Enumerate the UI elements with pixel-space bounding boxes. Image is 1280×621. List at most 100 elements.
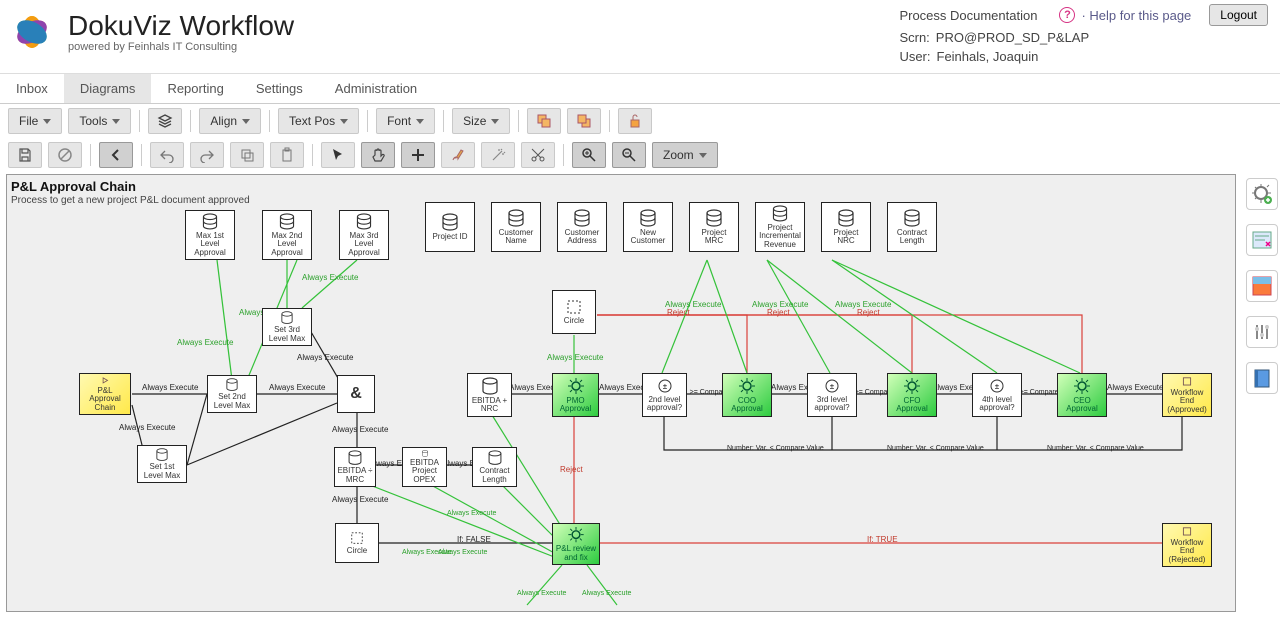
node-pmo[interactable]: PMO Approval — [552, 373, 599, 417]
node-start[interactable]: P&L Approval Chain — [79, 373, 131, 415]
layers-button[interactable] — [148, 108, 182, 134]
node-max1[interactable]: Max 1st Level Approval — [185, 210, 235, 260]
node-end-rej[interactable]: Workflow End (Rejected) — [1162, 523, 1212, 567]
help-icon[interactable]: ? — [1059, 7, 1075, 23]
svg-text:±: ± — [662, 382, 667, 391]
node-circle1[interactable]: Circle — [552, 290, 596, 334]
node-contractlen[interactable]: Contract Length — [887, 202, 937, 252]
node-circle2[interactable]: Circle — [335, 523, 379, 563]
menu-align[interactable]: Align — [199, 108, 261, 134]
edge-label: Always Execute — [438, 549, 487, 556]
menu-font[interactable]: Font — [376, 108, 435, 134]
tab-administration[interactable]: Administration — [319, 74, 433, 103]
pointer-tool[interactable] — [321, 142, 355, 168]
menu-textpos[interactable]: Text Pos — [278, 108, 359, 134]
app-title: DokuViz Workflow — [68, 12, 294, 40]
brush-tool[interactable] — [441, 142, 475, 168]
menu-size[interactable]: Size — [452, 108, 510, 134]
edge-label: Always Execute — [119, 423, 175, 432]
palette-sliders[interactable] — [1246, 316, 1278, 348]
user-label: User: — [899, 49, 930, 64]
node-lvl2[interactable]: ±2nd level approval? — [642, 373, 687, 417]
right-palette — [1246, 178, 1278, 394]
chevron-down-icon — [43, 119, 51, 124]
wand-tool[interactable] — [481, 142, 515, 168]
edge-label: Always Execute — [582, 590, 631, 597]
node-set1[interactable]: Set 1st Level Max — [137, 445, 187, 483]
node-and[interactable]: & — [337, 375, 375, 413]
node-projincrev[interactable]: Project Incremental Revenue — [755, 202, 805, 252]
bring-front-button[interactable] — [527, 108, 561, 134]
edge-label: Always Execute — [332, 425, 388, 434]
tab-inbox[interactable]: Inbox — [0, 74, 64, 103]
node-projid[interactable]: Project ID — [425, 202, 475, 252]
unlock-button[interactable] — [618, 108, 652, 134]
edge-label: Reject — [667, 308, 690, 317]
logout-button[interactable]: Logout — [1209, 4, 1268, 26]
node-ebitnrc[interactable]: EBITDA + NRC — [467, 373, 512, 417]
process-doc-label: Process Documentation — [899, 8, 1037, 23]
paste-button[interactable] — [270, 142, 304, 168]
tab-reporting[interactable]: Reporting — [151, 74, 239, 103]
node-custaddr[interactable]: Customer Address — [557, 202, 607, 252]
cancel-button[interactable] — [48, 142, 82, 168]
node-max3[interactable]: Max 3rd Level Approval — [339, 210, 389, 260]
edge-label: Always Execute — [1107, 383, 1163, 392]
zoom-menu[interactable]: Zoom — [652, 142, 718, 168]
node-fix[interactable]: P&L review and fix — [552, 523, 600, 565]
back-button[interactable] — [99, 142, 133, 168]
user-value: Feinhals, Joaquin — [937, 49, 1039, 64]
save-button[interactable] — [8, 142, 42, 168]
canvas-subtitle: Process to get a new project P&L documen… — [11, 195, 250, 206]
toolbar-1: File Tools Align Text Pos Font Size — [0, 104, 1280, 138]
palette-book[interactable] — [1246, 362, 1278, 394]
node-ebitlen[interactable]: Contract Length — [472, 447, 517, 487]
palette-form[interactable] — [1246, 224, 1278, 256]
edge-label: Number: Var. < Compare Value — [1047, 445, 1144, 452]
node-ebitopex[interactable]: EBITDA Project OPEX — [402, 447, 447, 487]
edge-label: Always Execute — [297, 353, 353, 362]
node-cfo[interactable]: CFO Approval — [887, 373, 937, 417]
zoom-out-button[interactable] — [612, 142, 646, 168]
toolbar-2: Zoom — [0, 138, 1280, 172]
node-max2[interactable]: Max 2nd Level Approval — [262, 210, 312, 260]
node-coo[interactable]: COO Approval — [722, 373, 772, 417]
menu-file[interactable]: File — [8, 108, 62, 134]
node-projmrc[interactable]: Project MRC — [689, 202, 739, 252]
tab-diagrams[interactable]: Diagrams — [64, 74, 152, 103]
palette-gear-add[interactable] — [1246, 178, 1278, 210]
edge-label: Always Execute — [302, 273, 358, 282]
main-nav: Inbox Diagrams Reporting Settings Admini… — [0, 74, 1280, 104]
palette-color[interactable] — [1246, 270, 1278, 302]
node-set2[interactable]: Set 2nd Level Max — [207, 375, 257, 413]
node-ebitmrc[interactable]: EBITDA ÷ MRC — [334, 447, 376, 487]
send-back-button[interactable] — [567, 108, 601, 134]
node-set3[interactable]: Set 3rd Level Max — [262, 308, 312, 346]
edge-label: Reject — [767, 308, 790, 317]
chevron-down-icon — [416, 119, 424, 124]
tab-settings[interactable]: Settings — [240, 74, 319, 103]
node-ceo[interactable]: CEO Approval — [1057, 373, 1107, 417]
node-lvl4[interactable]: ±4th level approval? — [972, 373, 1022, 417]
menu-tools[interactable]: Tools — [68, 108, 131, 134]
svg-text:±: ± — [995, 382, 1000, 391]
edge-label: Always Execute — [547, 353, 603, 362]
undo-button[interactable] — [150, 142, 184, 168]
add-tool[interactable] — [401, 142, 435, 168]
pan-tool[interactable] — [361, 142, 395, 168]
copy-button[interactable] — [230, 142, 264, 168]
help-link[interactable]: · Help for this page — [1081, 8, 1191, 23]
cut-tool[interactable] — [521, 142, 555, 168]
diagram-canvas[interactable]: P&L Approval Chain Process to get a new … — [6, 174, 1236, 612]
node-newcust[interactable]: New Customer — [623, 202, 673, 252]
zoom-in-button[interactable] — [572, 142, 606, 168]
node-end-ok[interactable]: Workflow End (Approved) — [1162, 373, 1212, 417]
edge-label: Always Execute — [447, 510, 496, 517]
node-custname[interactable]: Customer Name — [491, 202, 541, 252]
chevron-down-icon — [242, 119, 250, 124]
node-lvl3[interactable]: ±3rd level approval? — [807, 373, 857, 417]
app-logo: DokuViz Workflow powered by Feinhals IT … — [4, 4, 294, 60]
redo-button[interactable] — [190, 142, 224, 168]
edge-label: Always Execute — [332, 495, 388, 504]
node-projnrc[interactable]: Project NRC — [821, 202, 871, 252]
